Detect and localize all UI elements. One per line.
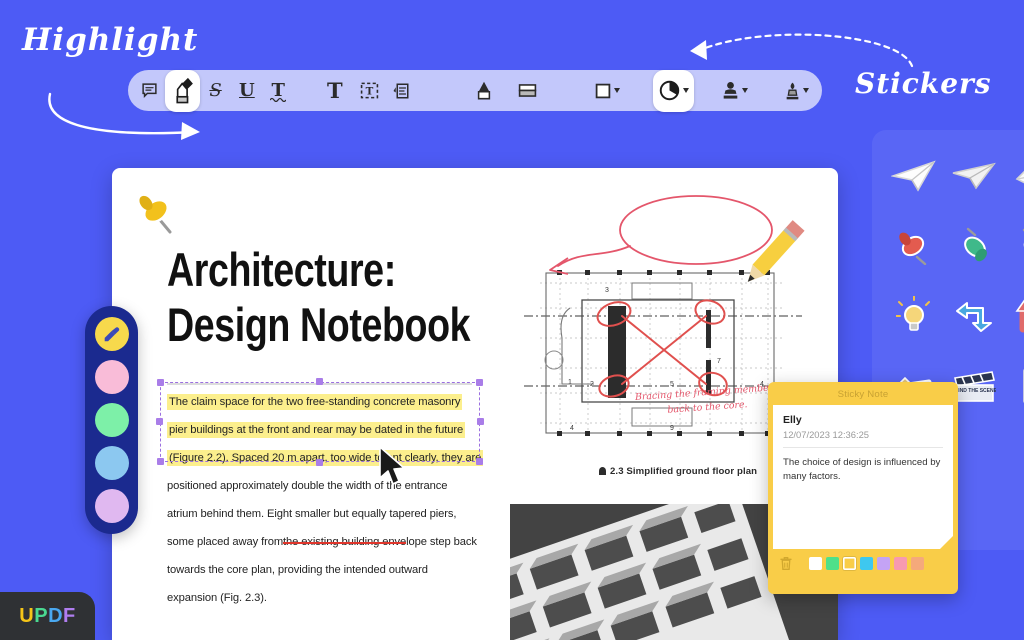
svg-text:9: 9 <box>670 425 674 432</box>
tool-text-box[interactable]: T <box>354 74 385 107</box>
chevron-down-icon <box>683 88 689 93</box>
stickers-callout-arrow <box>684 30 924 70</box>
sticky-note-title: Sticky Note <box>773 387 953 405</box>
color-palette-bar <box>85 306 138 534</box>
selection-handle-ml[interactable] <box>156 418 163 425</box>
sticky-note-fold-corner <box>940 536 953 549</box>
logo-letter-d: D <box>48 605 63 628</box>
palette-swatch-lilac[interactable] <box>95 489 129 523</box>
sticky-note-footer <box>773 549 953 577</box>
paragraph-line-5: atrium behind them. Eight smaller but eq… <box>167 508 456 520</box>
paragraph-line-7: towards the core plan, providing the int… <box>167 564 428 576</box>
chevron-down-icon <box>614 88 620 93</box>
tool-stamp[interactable] <box>716 74 754 107</box>
paragraph-line-8: expansion (Fig. 2.3). <box>167 592 267 604</box>
sticky-note-author: Elly <box>783 414 943 426</box>
tool-underline[interactable]: U <box>231 74 262 107</box>
selection-handle-br[interactable] <box>476 458 483 465</box>
sticky-note-popup[interactable]: Sticky Note Elly 12/07/2023 12:36:25 The… <box>768 382 958 594</box>
sticky-note-divider <box>783 447 943 448</box>
paragraph-line-6: some placed away fromthe existing buildi… <box>167 536 477 548</box>
svg-text:7: 7 <box>717 358 721 365</box>
note-color-green[interactable] <box>826 557 839 570</box>
note-color-purple[interactable] <box>877 557 890 570</box>
highlight-selection-box[interactable] <box>160 382 480 462</box>
page-title: Architecture: Design Notebook <box>167 243 470 353</box>
stickers-callout-label: Stickers <box>855 67 992 100</box>
sticker-paper-plane-grey[interactable] <box>944 144 1004 208</box>
tool-squiggly[interactable]: T <box>263 74 294 107</box>
sticker-pushpin-green[interactable] <box>944 214 1004 278</box>
selection-handle-tl[interactable] <box>157 379 164 386</box>
tool-shape[interactable] <box>589 74 627 107</box>
figure-caption: 2.3 Simplified ground floor plan <box>599 466 757 477</box>
selection-handle-bc[interactable] <box>316 459 323 466</box>
palette-swatch-yellow[interactable] <box>95 317 129 351</box>
sticker-lightbulb[interactable] <box>884 284 944 348</box>
logo-letter-f: F <box>63 605 76 628</box>
sticker-paper-plane-white[interactable] <box>884 144 944 208</box>
annotation-toolbar: S U T T T <box>128 70 822 111</box>
svg-text:4: 4 <box>570 425 574 432</box>
palette-swatch-pink[interactable] <box>95 360 129 394</box>
logo-letter-p: P <box>34 605 48 628</box>
sticky-note-date: 12/07/2023 12:36:25 <box>783 429 943 440</box>
selection-handle-tc[interactable] <box>316 378 323 385</box>
tool-sticky-note[interactable] <box>385 74 416 107</box>
chevron-down-icon <box>803 88 809 93</box>
tool-comment[interactable] <box>134 74 165 107</box>
chevron-down-icon <box>742 88 748 93</box>
caption-marker-icon <box>599 467 606 475</box>
tool-eraser[interactable] <box>512 74 543 107</box>
sticker-ticket[interactable] <box>1004 354 1024 418</box>
selection-handle-tr[interactable] <box>476 379 483 386</box>
note-color-white[interactable] <box>809 557 822 570</box>
tool-sticker[interactable] <box>653 70 694 112</box>
logo-letter-u: U <box>19 605 34 628</box>
sticker-arrow-red[interactable] <box>1004 284 1024 348</box>
tool-highlight[interactable] <box>165 70 200 112</box>
mouse-cursor <box>378 446 408 488</box>
clapper-label: BEHIND THE SCENES <box>952 388 996 394</box>
selection-handle-bl[interactable] <box>157 458 164 465</box>
svg-text:2: 2 <box>590 381 594 388</box>
sticker-pushpin-red[interactable] <box>884 214 944 278</box>
document-page[interactable]: Architecture: Design Notebook The claim … <box>112 168 838 640</box>
sticker-pushpin-yellow[interactable] <box>1004 214 1024 278</box>
palette-swatch-green[interactable] <box>95 403 129 437</box>
sticky-note-body[interactable]: Elly 12/07/2023 12:36:25 The choice of d… <box>773 405 953 549</box>
svg-text:T: T <box>366 85 374 97</box>
tool-signature[interactable] <box>778 74 816 107</box>
strikethrough-annotation: the existing building enve <box>283 536 406 548</box>
svg-text:3: 3 <box>605 287 609 294</box>
trash-icon[interactable] <box>779 556 793 571</box>
svg-text:5: 5 <box>670 381 674 388</box>
note-color-cyan[interactable] <box>860 557 873 570</box>
tool-strikethrough[interactable]: S <box>200 74 231 107</box>
sticky-note-text[interactable]: The choice of design is influenced by ma… <box>783 456 943 485</box>
note-color-yellow[interactable] <box>843 557 856 570</box>
pushpin-sticker <box>134 190 182 243</box>
highlight-callout-label: Highlight <box>22 22 198 58</box>
sticker-origami-bird[interactable] <box>1004 144 1024 208</box>
tool-pencil[interactable] <box>468 74 499 107</box>
updf-logo: U P D F <box>0 592 95 640</box>
eyedropper-icon <box>103 326 120 343</box>
note-color-pink[interactable] <box>894 557 907 570</box>
sticker-arrow-blue[interactable] <box>944 284 1004 348</box>
selection-handle-mr[interactable] <box>477 418 484 425</box>
note-color-orange[interactable] <box>911 557 924 570</box>
palette-swatch-blue[interactable] <box>95 446 129 480</box>
tool-text[interactable]: T <box>316 74 354 107</box>
svg-text:1: 1 <box>568 379 572 386</box>
